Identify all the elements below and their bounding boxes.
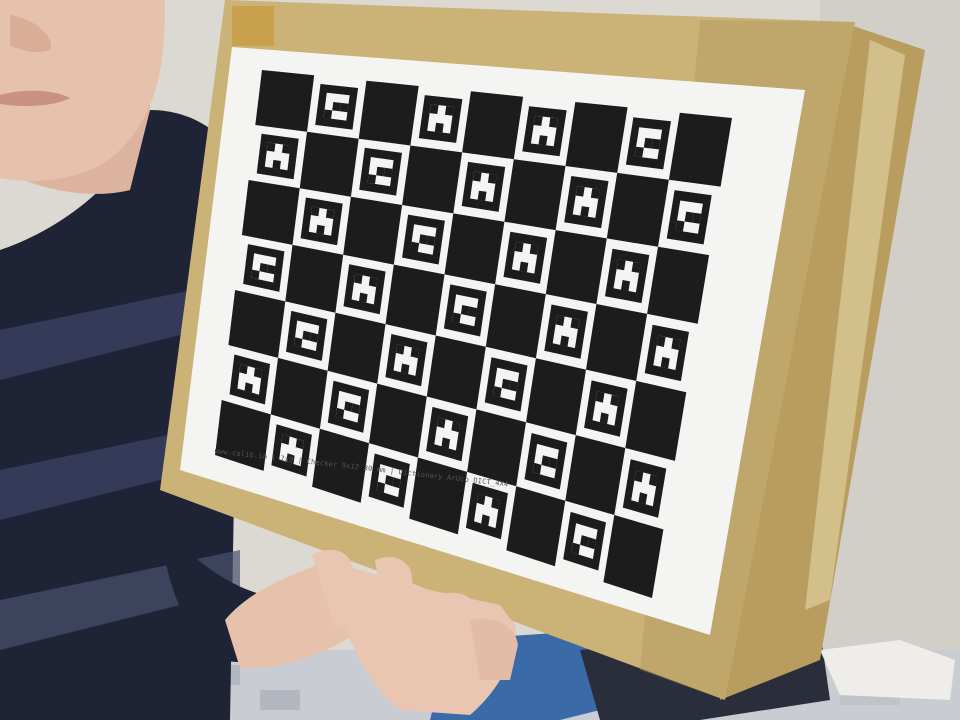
aruco-bit	[451, 421, 460, 433]
aruco-bit	[359, 292, 368, 303]
checker-square	[358, 80, 419, 146]
aruco-bit	[410, 241, 420, 252]
checker-square	[299, 131, 359, 197]
aruco-bit	[487, 173, 497, 184]
aruco-bit	[410, 347, 420, 359]
aruco-bit	[519, 261, 529, 273]
aruco-bit	[477, 190, 487, 201]
aruco-bit	[266, 264, 276, 275]
checker-square	[241, 180, 300, 245]
checker-square	[485, 284, 546, 359]
aruco-bit	[575, 186, 585, 197]
aruco-bit	[621, 280, 630, 292]
checker-square	[426, 335, 486, 410]
aruco-bit	[282, 144, 291, 154]
aruco-bit	[590, 188, 600, 199]
aruco-bit	[610, 394, 620, 407]
aruco-bit	[651, 138, 661, 150]
aruco-bit	[426, 235, 436, 246]
aruco-bit	[616, 259, 626, 271]
aruco-bit	[501, 378, 511, 390]
aruco-bit	[259, 263, 268, 273]
aruco-bit	[323, 109, 333, 119]
aruco-bit	[643, 137, 653, 149]
aruco-bit	[509, 380, 518, 392]
aruco-bit	[533, 115, 543, 126]
checker-square	[343, 196, 403, 265]
aruco-bit	[302, 330, 311, 341]
aruco-bit	[452, 312, 461, 324]
box-label	[232, 6, 274, 46]
aruco-bit	[339, 102, 349, 113]
aruco-bit	[309, 332, 319, 343]
aruco-bit	[396, 344, 405, 355]
aruco-bit	[354, 273, 363, 284]
checker-square	[402, 145, 463, 214]
aruco-bit	[325, 209, 335, 219]
checker-square	[462, 91, 524, 160]
checker-square	[444, 213, 505, 285]
aruco-bit	[436, 417, 446, 429]
aruco-bit	[599, 412, 609, 424]
aruco-bit	[560, 335, 569, 347]
aruco-bit	[514, 241, 524, 253]
checker-square	[255, 70, 315, 132]
aruco-bit	[332, 102, 341, 112]
aruco-bit	[445, 106, 454, 116]
aruco-bit	[310, 206, 320, 217]
aruco-bit	[368, 276, 378, 288]
aruco-bit	[580, 206, 590, 217]
aruco-bit	[570, 318, 580, 330]
checker-square	[385, 264, 445, 336]
aruco-bit	[272, 159, 281, 170]
aruco-bit	[434, 122, 444, 133]
checker-square	[606, 172, 669, 247]
checker-square	[526, 358, 586, 436]
aruco-bit	[548, 457, 558, 469]
aruco-bit	[631, 261, 641, 273]
checker-square	[586, 304, 648, 381]
aruco-bit	[419, 234, 428, 245]
checker-square	[565, 102, 628, 173]
aruco-bit	[538, 135, 548, 146]
checker-square	[285, 244, 344, 313]
aruco-bit	[316, 224, 325, 235]
aruco-bit	[376, 166, 385, 177]
checker-square	[504, 159, 566, 231]
photo-scene: www.calib.io | 7x9 | Checker 9x12 30 mm …	[0, 0, 960, 720]
aruco-bit	[429, 104, 439, 114]
aruco-bit	[441, 437, 451, 449]
aruco-bit	[251, 269, 260, 280]
aruco-bit	[400, 363, 410, 375]
aruco-bit	[294, 337, 303, 348]
aruco-bit	[595, 391, 605, 403]
aruco-bit	[671, 338, 681, 351]
aruco-bit	[634, 146, 644, 158]
aruco-bit	[555, 315, 565, 326]
aruco-bit	[549, 117, 558, 128]
aruco-bit	[660, 356, 670, 369]
aruco-bit	[634, 470, 644, 483]
scene-illustration	[0, 0, 960, 720]
checker-square	[545, 230, 607, 304]
aruco-bit	[468, 306, 478, 318]
aruco-bit	[383, 167, 393, 178]
aruco-bit	[493, 386, 502, 398]
aruco-bit	[472, 171, 482, 182]
aruco-bit	[532, 462, 542, 475]
aruco-bit	[529, 244, 539, 255]
aruco-bit	[460, 305, 470, 316]
aruco-bit	[266, 142, 276, 152]
aruco-bit	[367, 174, 377, 184]
aruco-bit	[541, 455, 551, 467]
